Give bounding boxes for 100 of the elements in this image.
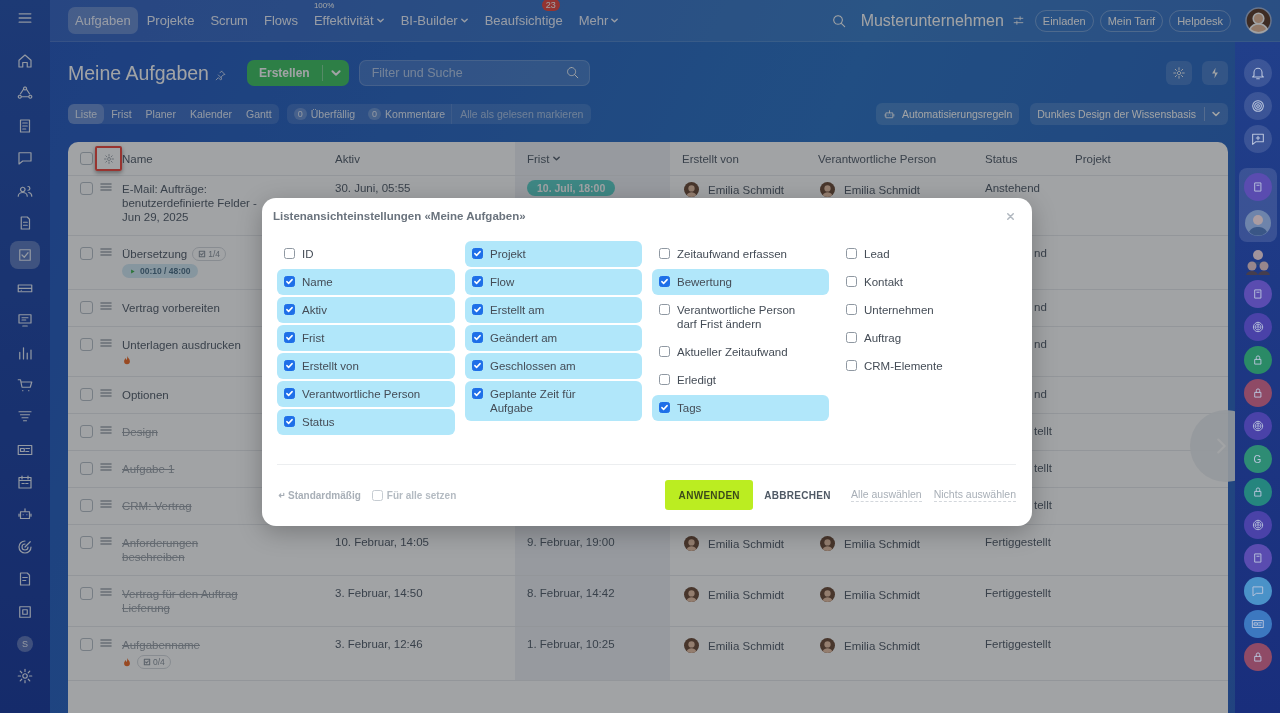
app-icon[interactable] — [1243, 412, 1272, 440]
row-checkbox[interactable] — [80, 499, 93, 512]
column-option[interactable]: Flow — [465, 269, 642, 295]
column-option[interactable]: Erledigt — [652, 367, 829, 393]
user-name[interactable]: Emilia Schmidt — [708, 588, 785, 601]
nav-tab[interactable]: Projekte — [139, 7, 202, 34]
sidebar-button[interactable] — [1243, 92, 1272, 120]
avatar-icon[interactable] — [1243, 209, 1272, 237]
checkbox[interactable] — [846, 248, 857, 259]
task-name[interactable]: Optionen — [122, 388, 169, 402]
checkbox[interactable] — [284, 332, 295, 343]
checkbox[interactable] — [284, 388, 295, 399]
checkbox[interactable] — [284, 360, 295, 371]
checkbox[interactable] — [472, 304, 483, 315]
app-icon[interactable] — [1243, 346, 1272, 374]
group-avatar-icon[interactable] — [1243, 247, 1272, 275]
task-name[interactable]: Vertrag vorbereiten — [122, 301, 220, 315]
row-checkbox[interactable] — [80, 462, 93, 475]
checkbox[interactable] — [284, 276, 295, 287]
task-name[interactable]: CRM: Vertrag — [122, 499, 192, 513]
pin-icon[interactable] — [213, 68, 227, 82]
column-option[interactable]: Erstellt am — [465, 297, 642, 323]
app-icon[interactable] — [1243, 610, 1272, 638]
checkbox[interactable] — [284, 304, 295, 315]
checkbox[interactable] — [659, 402, 670, 413]
column-header[interactable]: Projekt — [1075, 152, 1111, 165]
column-option[interactable]: Verantwortliche Person darf Frist ändern — [652, 297, 829, 337]
column-option[interactable]: CRM-Elemente — [839, 353, 1017, 379]
column-option[interactable]: Unternehmen — [839, 297, 1017, 323]
column-header[interactable]: Frist — [527, 152, 562, 165]
column-option[interactable]: Auftrag — [839, 325, 1017, 351]
column-option[interactable]: Zeitaufwand erfassen — [652, 241, 829, 267]
user-name[interactable]: Emilia Schmidt — [844, 183, 921, 196]
app-icon[interactable] — [1243, 511, 1272, 539]
checkbox[interactable] — [659, 346, 670, 357]
column-option[interactable]: Status — [277, 409, 455, 435]
user-name[interactable]: Emilia Schmidt — [708, 537, 785, 550]
company-name[interactable]: Musterunternehmen — [860, 11, 1004, 30]
column-header[interactable]: Status — [985, 152, 1018, 165]
task-name[interactable]: Aufgabe 1 — [122, 462, 175, 476]
nav-tab[interactable]: Effektivität — [306, 7, 392, 34]
column-option[interactable]: Aktueller Zeitaufwand — [652, 339, 829, 365]
checkbox[interactable] — [472, 360, 483, 371]
sidebar-button[interactable] — [1243, 125, 1272, 153]
column-header[interactable]: Aktiv — [335, 152, 360, 165]
column-option[interactable]: Name — [277, 269, 455, 295]
user-name[interactable]: Emilia Schmidt — [844, 588, 921, 601]
column-option[interactable]: Erstellt von — [277, 353, 455, 379]
view-tab[interactable]: Kalender — [182, 104, 239, 124]
select-none-link[interactable]: Nichts auswählen — [933, 488, 1016, 502]
app-icon[interactable] — [1243, 478, 1272, 506]
nav-tab[interactable]: Flows — [256, 7, 305, 34]
timer-badge[interactable]: 00:10 / 48:00 — [122, 264, 198, 278]
drag-handle-icon[interactable] — [100, 338, 112, 348]
user-avatar[interactable] — [1245, 7, 1272, 34]
checkbox[interactable] — [659, 276, 670, 287]
checkbox[interactable] — [472, 248, 483, 259]
drag-handle-icon[interactable] — [100, 182, 112, 192]
column-option[interactable]: Geplante Zeit für Aufgabe — [465, 381, 642, 421]
app-icon[interactable] — [1243, 544, 1272, 572]
column-option[interactable]: Verantwortliche Person — [277, 381, 455, 407]
row-checkbox[interactable] — [80, 301, 93, 314]
column-settings-button[interactable] — [95, 146, 122, 171]
drag-handle-icon[interactable] — [100, 425, 112, 435]
column-option[interactable]: Frist — [277, 325, 455, 351]
column-option[interactable]: Geändert am — [465, 325, 642, 351]
checkbox[interactable] — [284, 248, 295, 259]
drag-handle-icon[interactable] — [100, 536, 112, 546]
checkbox[interactable] — [472, 276, 483, 287]
column-option[interactable]: Kontakt — [839, 269, 1017, 295]
column-option[interactable]: Bewertung — [652, 269, 829, 295]
column-header[interactable]: Name — [122, 152, 153, 165]
checkbox[interactable] — [472, 388, 483, 399]
search-icon[interactable] — [564, 65, 580, 80]
reset-link[interactable]: Standardmäßig — [277, 489, 361, 501]
app-icon[interactable] — [1243, 280, 1272, 308]
search-icon[interactable] — [830, 12, 847, 29]
counter-filter[interactable]: 0 Kommentare — [361, 104, 452, 124]
checkbox[interactable] — [659, 374, 670, 385]
view-tab[interactable]: Gantt — [239, 104, 279, 124]
drag-handle-icon[interactable] — [100, 388, 112, 398]
checkbox[interactable] — [284, 416, 295, 427]
task-name[interactable]: Anforderungen beschreiben — [122, 536, 257, 564]
view-tab[interactable]: Planer — [138, 104, 183, 124]
app-icon[interactable]: G — [1243, 445, 1272, 473]
drag-handle-icon[interactable] — [100, 499, 112, 509]
checkbox[interactable] — [659, 248, 670, 259]
task-name[interactable]: Vertrag für den Auftrag Lieferung — [122, 587, 257, 615]
row-checkbox[interactable] — [80, 536, 93, 549]
checkbox[interactable] — [846, 332, 857, 343]
drag-handle-icon[interactable] — [100, 462, 112, 472]
sidebar-item[interactable]: S — [10, 630, 40, 659]
user-name[interactable]: Emilia Schmidt — [708, 639, 785, 652]
checkbox[interactable] — [472, 332, 483, 343]
drag-handle-icon[interactable] — [100, 587, 112, 597]
apply-button[interactable]: ANWENDEN — [665, 480, 754, 510]
nav-tab[interactable]: Mehr — [571, 7, 627, 34]
view-tab[interactable]: Frist — [104, 104, 139, 124]
sidebar-button[interactable] — [1243, 59, 1272, 87]
task-name[interactable]: Aufgabenname — [122, 638, 200, 652]
